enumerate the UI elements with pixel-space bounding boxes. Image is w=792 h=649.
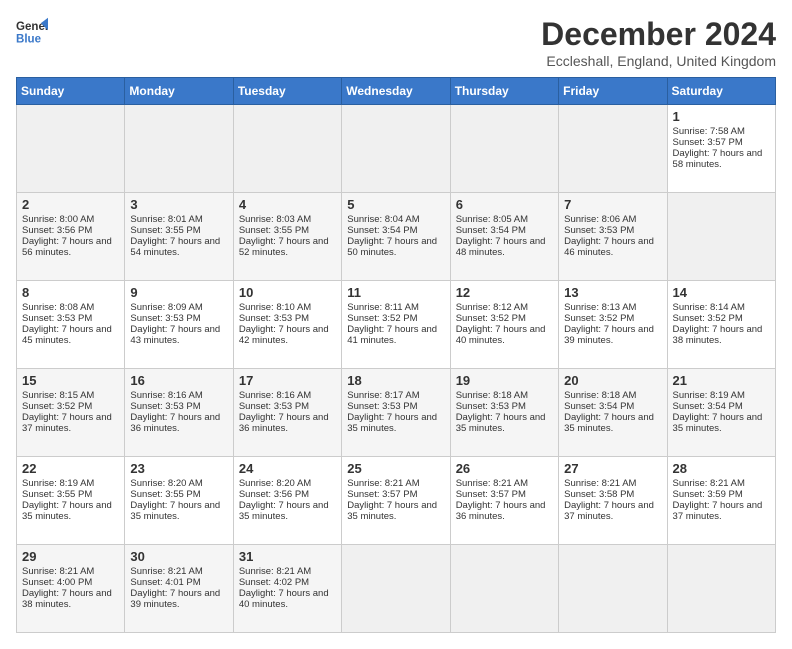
day-cell-23: 23Sunrise: 8:20 AMSunset: 3:55 PMDayligh… (125, 457, 233, 545)
empty-cell (125, 105, 233, 193)
day-cell-27: 27Sunrise: 8:21 AMSunset: 3:58 PMDayligh… (559, 457, 667, 545)
empty-cell (667, 545, 775, 633)
day-cell-17: 17Sunrise: 8:16 AMSunset: 3:53 PMDayligh… (233, 369, 341, 457)
day-cell-11: 11Sunrise: 8:11 AMSunset: 3:52 PMDayligh… (342, 281, 450, 369)
location-subtitle: Eccleshall, England, United Kingdom (541, 53, 776, 69)
day-header-sunday: Sunday (17, 78, 125, 105)
empty-cell (342, 105, 450, 193)
empty-cell (559, 545, 667, 633)
day-cell-7: 7Sunrise: 8:06 AMSunset: 3:53 PMDaylight… (559, 193, 667, 281)
title-block: December 2024 Eccleshall, England, Unite… (541, 16, 776, 69)
day-cell-15: 15Sunrise: 8:15 AMSunset: 3:52 PMDayligh… (17, 369, 125, 457)
logo: General Blue (16, 16, 48, 48)
day-cell-28: 28Sunrise: 8:21 AMSunset: 3:59 PMDayligh… (667, 457, 775, 545)
day-cell-19: 19Sunrise: 8:18 AMSunset: 3:53 PMDayligh… (450, 369, 558, 457)
week-row: 15Sunrise: 8:15 AMSunset: 3:52 PMDayligh… (17, 369, 776, 457)
logo-icon: General Blue (16, 16, 48, 48)
day-header-wednesday: Wednesday (342, 78, 450, 105)
day-header-saturday: Saturday (667, 78, 775, 105)
empty-cell (450, 105, 558, 193)
day-cell-4: 4Sunrise: 8:03 AMSunset: 3:55 PMDaylight… (233, 193, 341, 281)
week-row: 2Sunrise: 8:00 AMSunset: 3:56 PMDaylight… (17, 193, 776, 281)
empty-cell (450, 545, 558, 633)
day-cell-14: 14Sunrise: 8:14 AMSunset: 3:52 PMDayligh… (667, 281, 775, 369)
day-cell-31: 31Sunrise: 8:21 AMSunset: 4:02 PMDayligh… (233, 545, 341, 633)
page-header: General Blue December 2024 Eccleshall, E… (16, 16, 776, 69)
day-cell-16: 16Sunrise: 8:16 AMSunset: 3:53 PMDayligh… (125, 369, 233, 457)
empty-cell (17, 105, 125, 193)
day-cell-9: 9Sunrise: 8:09 AMSunset: 3:53 PMDaylight… (125, 281, 233, 369)
day-cell-13: 13Sunrise: 8:13 AMSunset: 3:52 PMDayligh… (559, 281, 667, 369)
day-cell-12: 12Sunrise: 8:12 AMSunset: 3:52 PMDayligh… (450, 281, 558, 369)
day-cell-1: 1Sunrise: 7:58 AMSunset: 3:57 PMDaylight… (667, 105, 775, 193)
week-row: 1Sunrise: 7:58 AMSunset: 3:57 PMDaylight… (17, 105, 776, 193)
day-cell-24: 24Sunrise: 8:20 AMSunset: 3:56 PMDayligh… (233, 457, 341, 545)
empty-cell (342, 545, 450, 633)
day-header-thursday: Thursday (450, 78, 558, 105)
day-cell-6: 6Sunrise: 8:05 AMSunset: 3:54 PMDaylight… (450, 193, 558, 281)
week-row: 29Sunrise: 8:21 AMSunset: 4:00 PMDayligh… (17, 545, 776, 633)
svg-text:Blue: Blue (16, 34, 42, 46)
day-cell-26: 26Sunrise: 8:21 AMSunset: 3:57 PMDayligh… (450, 457, 558, 545)
day-cell-2: 2Sunrise: 8:00 AMSunset: 3:56 PMDaylight… (17, 193, 125, 281)
empty-cell (233, 105, 341, 193)
header-row: SundayMondayTuesdayWednesdayThursdayFrid… (17, 78, 776, 105)
day-cell-22: 22Sunrise: 8:19 AMSunset: 3:55 PMDayligh… (17, 457, 125, 545)
day-cell-18: 18Sunrise: 8:17 AMSunset: 3:53 PMDayligh… (342, 369, 450, 457)
day-cell-8: 8Sunrise: 8:08 AMSunset: 3:53 PMDaylight… (17, 281, 125, 369)
week-row: 8Sunrise: 8:08 AMSunset: 3:53 PMDaylight… (17, 281, 776, 369)
day-cell-10: 10Sunrise: 8:10 AMSunset: 3:53 PMDayligh… (233, 281, 341, 369)
day-header-friday: Friday (559, 78, 667, 105)
day-cell-3: 3Sunrise: 8:01 AMSunset: 3:55 PMDaylight… (125, 193, 233, 281)
day-cell-25: 25Sunrise: 8:21 AMSunset: 3:57 PMDayligh… (342, 457, 450, 545)
calendar-table: SundayMondayTuesdayWednesdayThursdayFrid… (16, 77, 776, 633)
day-cell-30: 30Sunrise: 8:21 AMSunset: 4:01 PMDayligh… (125, 545, 233, 633)
day-header-monday: Monday (125, 78, 233, 105)
day-cell-21: 21Sunrise: 8:19 AMSunset: 3:54 PMDayligh… (667, 369, 775, 457)
week-row: 22Sunrise: 8:19 AMSunset: 3:55 PMDayligh… (17, 457, 776, 545)
day-header-tuesday: Tuesday (233, 78, 341, 105)
day-cell-29: 29Sunrise: 8:21 AMSunset: 4:00 PMDayligh… (17, 545, 125, 633)
empty-cell (559, 105, 667, 193)
month-title: December 2024 (541, 16, 776, 53)
day-cell-5: 5Sunrise: 8:04 AMSunset: 3:54 PMDaylight… (342, 193, 450, 281)
empty-cell (667, 193, 775, 281)
day-cell-20: 20Sunrise: 8:18 AMSunset: 3:54 PMDayligh… (559, 369, 667, 457)
